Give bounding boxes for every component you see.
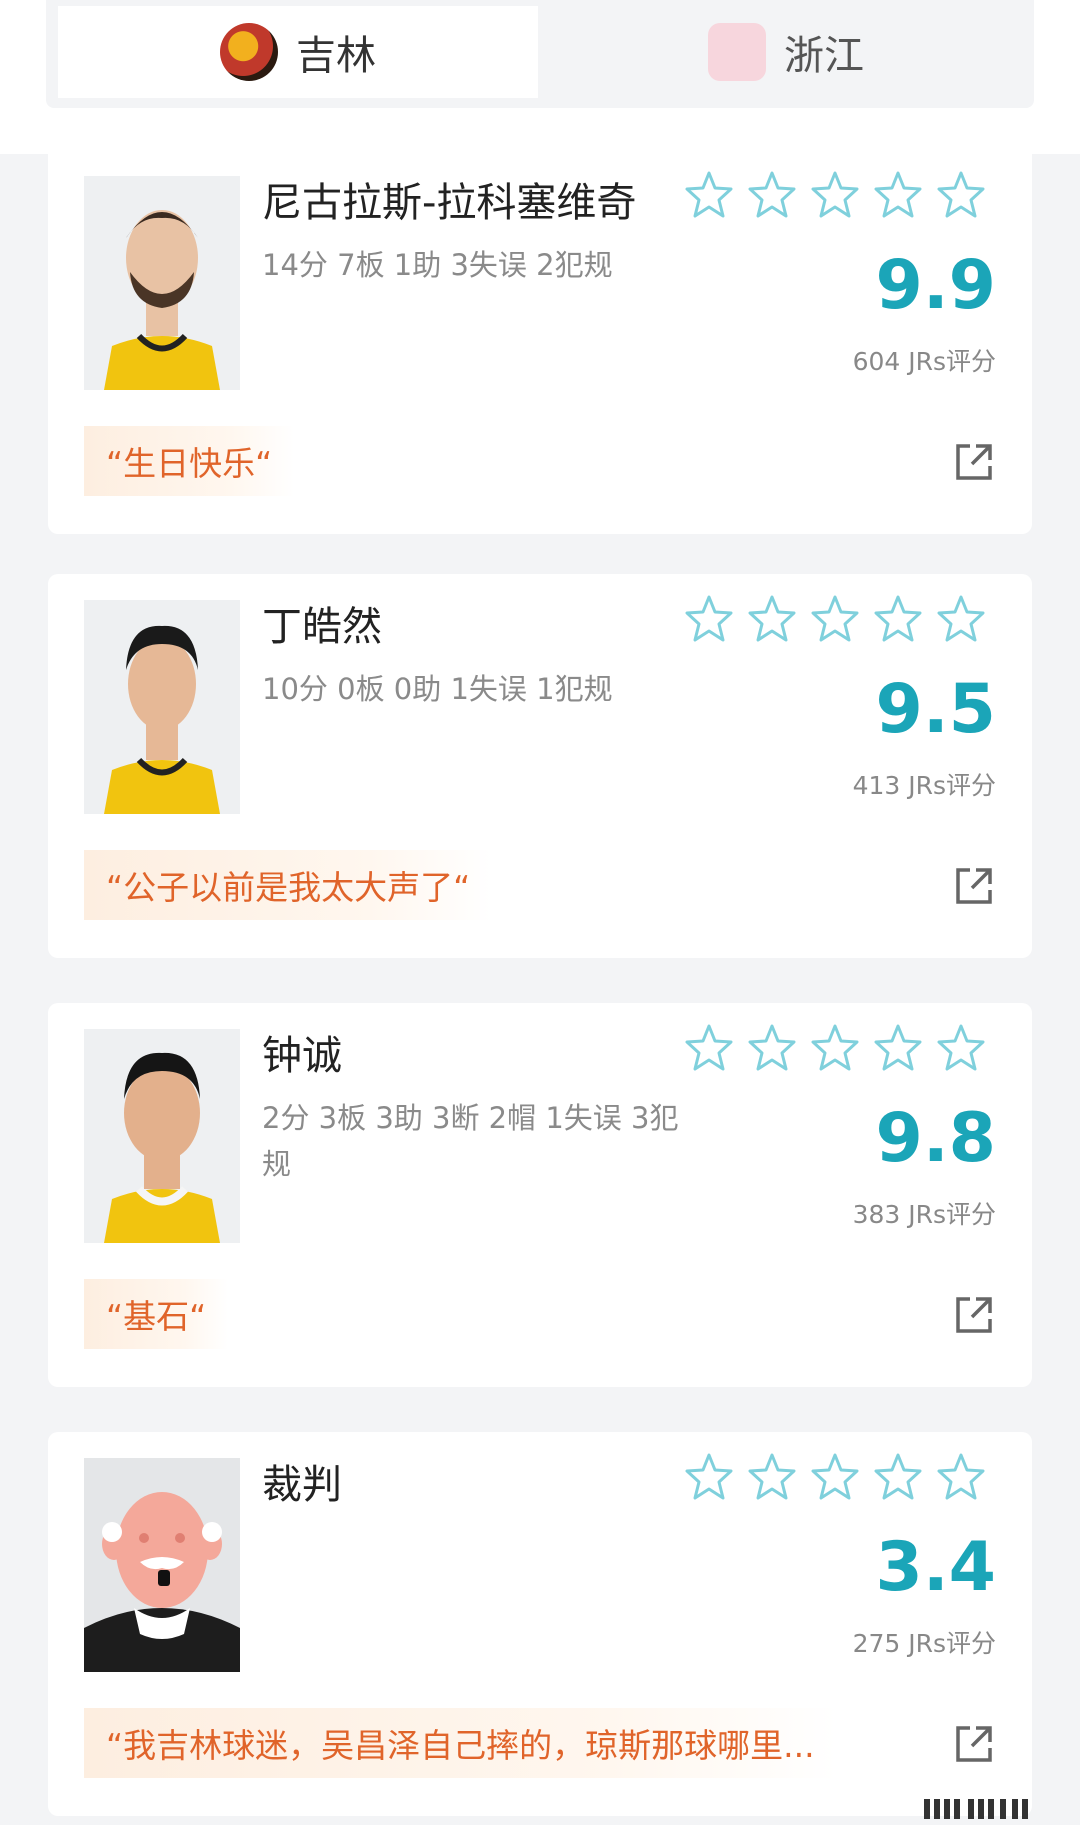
player-name: 钟诚: [262, 1033, 342, 1079]
star-outline-icon[interactable]: [810, 1452, 860, 1502]
team-tabs: 吉林 浙江: [46, 0, 1034, 108]
player-rating-card[interactable]: 尼古拉斯-拉科塞维奇 14分 7板 1助 3失误 2犯规 9.9 604 JRs…: [48, 150, 1032, 534]
star-outline-icon[interactable]: [873, 170, 923, 220]
player-name: 丁皓然: [262, 604, 382, 650]
star-outline-icon[interactable]: [747, 1452, 797, 1502]
player-rating-card[interactable]: 钟诚 2分 3板 3助 3断 2帽 1失误 3犯规 9.8 383 JRs评分 …: [48, 1003, 1032, 1387]
player-rating-card[interactable]: 裁判 3.4 275 JRs评分 “我吉林球迷，吴昌泽自己摔的，琼斯那球哪里..…: [48, 1432, 1032, 1816]
star-outline-icon[interactable]: [873, 1452, 923, 1502]
rating-count: 413 JRs评分: [852, 771, 996, 800]
share-external-icon[interactable]: [954, 1724, 994, 1764]
star-outline-icon[interactable]: [936, 594, 986, 644]
player-avatar: [84, 176, 240, 390]
star-outline-icon[interactable]: [684, 1023, 734, 1073]
tab-zhejiang[interactable]: 浙江: [546, 6, 1026, 98]
jilin-logo-icon: [220, 23, 278, 81]
rating-stars[interactable]: [684, 594, 986, 644]
star-outline-icon[interactable]: [873, 594, 923, 644]
player-stats: 10分 0板 0助 1失误 1犯规: [262, 672, 613, 706]
tab-label: 浙江: [784, 33, 864, 79]
player-name: 尼古拉斯-拉科塞维奇: [262, 180, 637, 226]
star-outline-icon[interactable]: [936, 1023, 986, 1073]
rating-stars[interactable]: [684, 170, 986, 220]
zhejiang-logo-icon: [708, 23, 766, 81]
share-external-icon[interactable]: [954, 1295, 994, 1335]
share-external-icon[interactable]: [954, 866, 994, 906]
rating-stars[interactable]: [684, 1023, 986, 1073]
star-outline-icon[interactable]: [747, 1023, 797, 1073]
star-outline-icon[interactable]: [810, 170, 860, 220]
top-comment[interactable]: “基石“: [84, 1279, 229, 1349]
player-avatar: [84, 600, 240, 814]
tab-label: 吉林: [296, 33, 376, 79]
share-external-icon[interactable]: [954, 442, 994, 482]
star-outline-icon[interactable]: [684, 170, 734, 220]
star-outline-icon[interactable]: [810, 1023, 860, 1073]
rating-stars[interactable]: [684, 1452, 986, 1502]
rating-count: 275 JRs评分: [852, 1629, 996, 1658]
rating-score: 9.5: [875, 670, 996, 749]
star-outline-icon[interactable]: [747, 170, 797, 220]
rating-count: 383 JRs评分: [852, 1200, 996, 1229]
star-outline-icon[interactable]: [936, 170, 986, 220]
star-outline-icon[interactable]: [684, 1452, 734, 1502]
rating-count: 604 JRs评分: [852, 347, 996, 376]
star-outline-icon[interactable]: [684, 594, 734, 644]
player-avatar: [84, 1029, 240, 1243]
rating-score: 9.9: [875, 246, 996, 325]
player-rating-card[interactable]: 丁皓然 10分 0板 0助 1失误 1犯规 9.5 413 JRs评分 “公子以…: [48, 574, 1032, 958]
referee-avatar: [84, 1458, 240, 1672]
team-tab-bar-container: 吉林 浙江: [0, 0, 1080, 154]
top-comment[interactable]: “我吉林球迷，吴昌泽自己摔的，琼斯那球哪里...: [84, 1708, 837, 1778]
player-name: 裁判: [262, 1462, 342, 1508]
tab-jilin[interactable]: 吉林: [58, 6, 538, 98]
player-stats: 14分 7板 1助 3失误 2犯规: [262, 248, 613, 282]
top-comment[interactable]: “公子以前是我太大声了“: [84, 850, 493, 920]
rating-score: 3.4: [875, 1528, 996, 1607]
star-outline-icon[interactable]: [810, 594, 860, 644]
player-stats: 2分 3板 3助 3断 2帽 1失误 3犯规: [262, 1101, 679, 1181]
top-comment[interactable]: “生日快乐“: [84, 426, 295, 496]
star-outline-icon[interactable]: [873, 1023, 923, 1073]
star-outline-icon[interactable]: [936, 1452, 986, 1502]
rating-score: 9.8: [875, 1099, 996, 1178]
watermark-bars-icon: [924, 1799, 1028, 1819]
star-outline-icon[interactable]: [747, 594, 797, 644]
